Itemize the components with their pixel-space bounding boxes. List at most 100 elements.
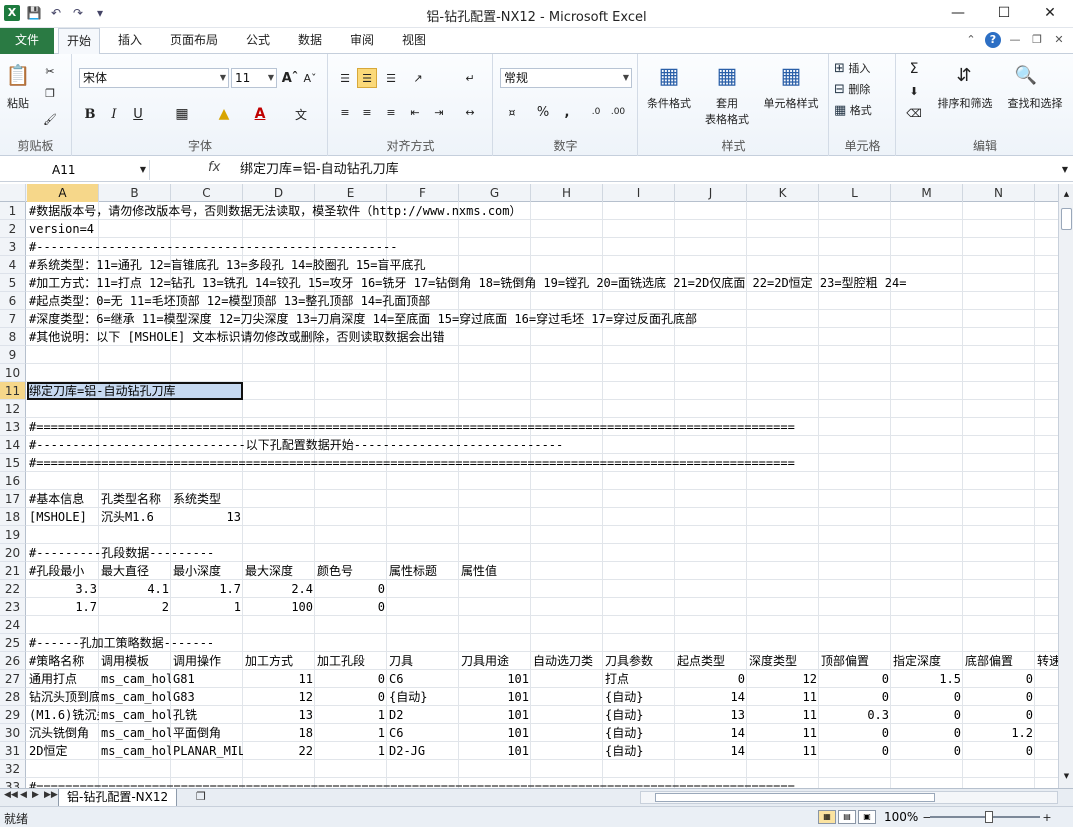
cell-d28[interactable]: 12: [243, 688, 315, 706]
cell-a30[interactable]: 沉头铣倒角: [27, 724, 99, 742]
cell-a27[interactable]: 通用打点: [27, 670, 99, 688]
zoom-level[interactable]: 100%: [884, 810, 918, 824]
page-layout-view-icon[interactable]: ▤: [838, 810, 856, 824]
cell-e29[interactable]: 1: [315, 706, 387, 724]
row-header-28[interactable]: 28: [0, 688, 26, 706]
cell-b22[interactable]: 4.1: [99, 580, 171, 598]
row-header-8[interactable]: 8: [0, 328, 26, 346]
workbook-minimize-icon[interactable]: —: [1007, 32, 1023, 48]
cell-b23[interactable]: 2: [99, 598, 171, 616]
column-header-j[interactable]: J: [675, 184, 747, 202]
cell-j28[interactable]: 14: [675, 688, 747, 706]
row-header-4[interactable]: 4: [0, 256, 26, 274]
cell-d29[interactable]: 13: [243, 706, 315, 724]
row-header-23[interactable]: 23: [0, 598, 26, 616]
cell-k29[interactable]: 11: [747, 706, 819, 724]
cell-g21[interactable]: 属性值: [459, 562, 531, 580]
cell-styles-button[interactable]: 单元格样式: [757, 96, 825, 110]
conditional-format-icon[interactable]: ▦: [653, 60, 685, 92]
cell-k30[interactable]: 11: [747, 724, 819, 742]
cell-e23[interactable]: 0: [315, 598, 387, 616]
bold-icon[interactable]: B: [81, 104, 99, 124]
tab-file[interactable]: 文件: [0, 28, 54, 54]
cell-e30[interactable]: 1: [315, 724, 387, 742]
select-all-button[interactable]: [0, 184, 26, 202]
format-cells-button[interactable]: ▦ 格式: [834, 102, 892, 118]
align-top-icon[interactable]: ☰: [335, 68, 355, 88]
vertical-scroll-thumb[interactable]: [1061, 208, 1072, 230]
row-header-17[interactable]: 17: [0, 490, 26, 508]
cell-d26[interactable]: 加工方式: [243, 652, 315, 670]
row-header-6[interactable]: 6: [0, 292, 26, 310]
cell-a29[interactable]: (M1.6)铣沉头: [27, 706, 99, 724]
column-header-g[interactable]: G: [459, 184, 531, 202]
phonetic-icon[interactable]: 文: [289, 104, 313, 124]
scroll-up-icon[interactable]: ▲: [1061, 188, 1072, 200]
workbook-close-icon[interactable]: ✕: [1051, 32, 1067, 48]
expand-formula-bar-icon[interactable]: ▼: [1058, 162, 1072, 176]
cell-g31[interactable]: 101: [459, 742, 531, 760]
font-color-icon[interactable]: A: [249, 104, 271, 124]
row-header-3[interactable]: 3: [0, 238, 26, 256]
cell-c23[interactable]: 1: [171, 598, 243, 616]
align-bottom-icon[interactable]: ☰: [381, 68, 401, 88]
row-header-13[interactable]: 13: [0, 418, 26, 436]
maximize-button[interactable]: ☐: [981, 0, 1027, 28]
cell-g28[interactable]: 101: [459, 688, 531, 706]
cell-h26[interactable]: 自动选刀类: [531, 652, 603, 670]
row-header-14[interactable]: 14: [0, 436, 26, 454]
cell-d27[interactable]: 11: [243, 670, 315, 688]
currency-icon[interactable]: ¤: [500, 102, 524, 122]
tab-page-layout[interactable]: 页面布局: [162, 28, 226, 54]
increase-decimal-icon[interactable]: .0: [586, 102, 606, 122]
cell-j30[interactable]: 14: [675, 724, 747, 742]
row-header-1[interactable]: 1: [0, 202, 26, 220]
cell-a21[interactable]: #孔段最小: [27, 562, 99, 580]
row-header-22[interactable]: 22: [0, 580, 26, 598]
cell-k31[interactable]: 11: [747, 742, 819, 760]
percent-icon[interactable]: %: [534, 102, 552, 122]
column-header-b[interactable]: B: [99, 184, 171, 202]
cell-l29[interactable]: 0.3: [819, 706, 891, 724]
horizontal-scroll-thumb[interactable]: [655, 793, 935, 802]
row-header-20[interactable]: 20: [0, 544, 26, 562]
cell-f21[interactable]: 属性标题: [387, 562, 459, 580]
cell-i27[interactable]: 打点: [603, 670, 675, 688]
cell-a18[interactable]: [MSHOLE]: [27, 508, 99, 526]
number-format-select[interactable]: 常规 ▼: [500, 68, 632, 88]
cell-a14[interactable]: #-----------------------------以下孔配置数据开始-…: [27, 436, 563, 454]
cell-m31[interactable]: 0: [891, 742, 963, 760]
borders-icon[interactable]: ▦: [171, 104, 193, 124]
cell-a23[interactable]: 1.7: [27, 598, 99, 616]
cell-l27[interactable]: 0: [819, 670, 891, 688]
decrease-decimal-icon[interactable]: .00: [608, 102, 628, 122]
cell-b26[interactable]: 调用模板: [99, 652, 171, 670]
cell-m26[interactable]: 指定深度: [891, 652, 963, 670]
cell-i30[interactable]: {自动}: [603, 724, 675, 742]
cell-b29[interactable]: ms_cam_hole: [99, 706, 171, 724]
cell-d23[interactable]: 100: [243, 598, 315, 616]
cell-g30[interactable]: 101: [459, 724, 531, 742]
row-header-19[interactable]: 19: [0, 526, 26, 544]
cell-a26[interactable]: #策略名称: [27, 652, 99, 670]
normal-view-icon[interactable]: ▦: [818, 810, 836, 824]
minimize-button[interactable]: —: [935, 0, 981, 28]
cell-a22[interactable]: 3.3: [27, 580, 99, 598]
tab-insert[interactable]: 插入: [110, 28, 150, 54]
row-header-33[interactable]: 33: [0, 778, 26, 788]
page-break-view-icon[interactable]: ▣: [858, 810, 876, 824]
column-header-d[interactable]: D: [243, 184, 315, 202]
cell-a13[interactable]: #=======================================…: [27, 418, 795, 436]
cell-o26[interactable]: 转速: [1035, 652, 1058, 670]
align-center-icon[interactable]: ≡: [357, 102, 377, 122]
column-header-a[interactable]: A: [27, 184, 99, 202]
increase-indent-icon[interactable]: ⇥: [429, 102, 449, 122]
next-sheet-icon[interactable]: ▶: [32, 790, 39, 800]
tab-formulas[interactable]: 公式: [238, 28, 278, 54]
find-select-button[interactable]: 查找和选择: [1001, 96, 1069, 110]
cell-e22[interactable]: 0: [315, 580, 387, 598]
cell-c18[interactable]: 13: [171, 508, 243, 526]
cell-n30[interactable]: 1.2: [963, 724, 1035, 742]
font-name-select[interactable]: 宋体 ▼: [79, 68, 229, 88]
row-header-10[interactable]: 10: [0, 364, 26, 382]
